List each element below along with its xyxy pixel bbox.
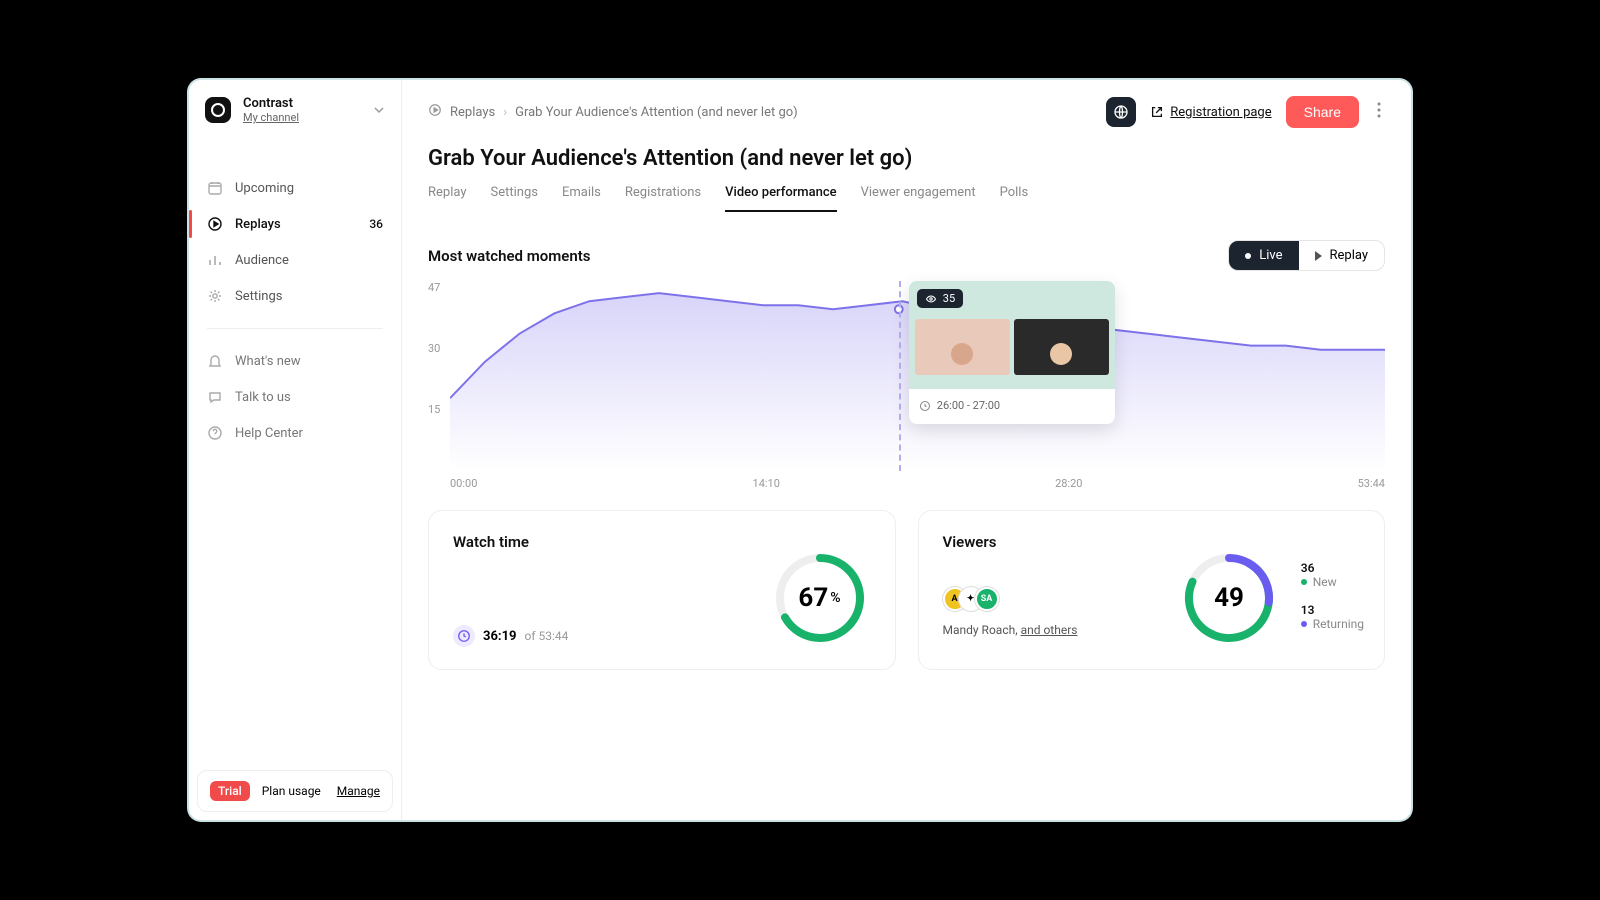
tooltip-views: 35	[917, 289, 963, 308]
page-title: Grab Your Audience's Attention (and neve…	[402, 132, 1411, 179]
sidebar-item-label: Upcoming	[235, 181, 294, 196]
viewers-legend: 36 New 13 Returning	[1301, 561, 1364, 645]
sidebar-item-talk-to-us[interactable]: Talk to us	[189, 379, 401, 415]
plan-usage-label: Plan usage	[262, 784, 321, 798]
viewers-total: 49	[1184, 553, 1274, 643]
toggle-replay[interactable]: Replay	[1299, 241, 1385, 270]
watch-time-card: Watch time 67% 36:19 of 53:44	[428, 510, 896, 670]
toggle-live[interactable]: Live	[1229, 241, 1298, 270]
chevron-right-icon: ›	[503, 105, 507, 120]
tooltip-thumbnail	[915, 319, 1010, 375]
play-circle-icon	[428, 103, 442, 121]
card-title: Viewers	[943, 533, 1361, 551]
and-others-link[interactable]: and others	[1021, 623, 1078, 637]
watched-time: 36:19	[483, 629, 517, 644]
registration-page-link[interactable]: Registration page	[1150, 105, 1271, 120]
chart-tooltip: 35 26:00 - 27:00	[909, 281, 1115, 424]
sidebar-item-label: Replays	[235, 217, 281, 232]
sidebar-item-help-center[interactable]: Help Center	[189, 415, 401, 451]
sidebar-item-label: Help Center	[235, 426, 303, 441]
sidebar-item-badge: 36	[369, 217, 383, 231]
external-link-icon	[1150, 105, 1164, 119]
chart-y-axis: 47 30 15	[428, 281, 440, 464]
section-title: Most watched moments	[428, 247, 590, 265]
plan-usage-card: Trial Plan usage Manage	[197, 770, 393, 812]
breadcrumb: Replays › Grab Your Audience's Attention…	[428, 103, 798, 121]
sidebar-item-whats-new[interactable]: What's new	[189, 343, 401, 379]
brand-logo-icon	[205, 97, 231, 123]
breadcrumb-root[interactable]: Replays	[450, 105, 495, 120]
gear-icon	[207, 288, 223, 304]
main-content: Replays › Grab Your Audience's Attention…	[402, 80, 1411, 820]
live-replay-toggle: Live Replay	[1228, 240, 1385, 271]
sidebar-item-settings[interactable]: Settings	[189, 278, 401, 314]
workspace-switcher[interactable]: Contrast My channel	[189, 80, 401, 134]
primary-nav: Upcoming Replays 36 Audience Settings	[189, 134, 401, 451]
live-dot-icon	[1245, 253, 1251, 259]
sidebar-item-label: Talk to us	[235, 390, 291, 405]
sidebar-item-audience[interactable]: Audience	[189, 242, 401, 278]
chat-icon	[207, 389, 223, 405]
tab-settings[interactable]: Settings	[491, 179, 538, 212]
watch-time-ring: 67%	[775, 553, 865, 643]
breadcrumb-leaf: Grab Your Audience's Attention (and neve…	[515, 105, 798, 120]
bell-icon	[207, 353, 223, 369]
share-button[interactable]: Share	[1286, 96, 1359, 128]
manage-plan-link[interactable]: Manage	[337, 784, 380, 798]
sidebar-item-replays[interactable]: Replays 36	[189, 206, 401, 242]
tooltip-time-range: 26:00 - 27:00	[909, 389, 1115, 424]
tab-replay[interactable]: Replay	[428, 179, 467, 212]
sidebar: Contrast My channel Upcoming Replays 36	[189, 80, 402, 820]
globe-button[interactable]	[1106, 97, 1136, 127]
tab-emails[interactable]: Emails	[562, 179, 601, 212]
sidebar-item-label: Audience	[235, 253, 289, 268]
play-icon	[1315, 251, 1322, 261]
sidebar-item-label: Settings	[235, 289, 282, 304]
tab-registrations[interactable]: Registrations	[625, 179, 701, 212]
trial-badge: Trial	[210, 781, 250, 801]
viewer-avatars: A ✦ SA	[943, 587, 1361, 611]
chart-x-axis: 00:00 14:10 28:20 53:44	[450, 477, 1385, 490]
topbar: Replays › Grab Your Audience's Attention…	[402, 80, 1411, 132]
calendar-icon	[207, 180, 223, 196]
chart-marker	[899, 281, 901, 471]
tab-video-performance[interactable]: Video performance	[725, 179, 836, 212]
viewers-card: Viewers A ✦ SA Mandy Roach, and others	[918, 510, 1386, 670]
viewers-ring: 49	[1184, 553, 1274, 643]
tab-viewer-engagement[interactable]: Viewer engagement	[861, 179, 976, 212]
avatar: SA	[975, 587, 999, 611]
more-menu-button[interactable]	[1373, 102, 1385, 122]
bars-icon	[207, 252, 223, 268]
chevron-down-icon	[373, 101, 385, 120]
eye-icon	[925, 293, 937, 305]
tabs: Replay Settings Emails Registrations Video p…	[402, 179, 1411, 212]
nav-divider	[207, 328, 383, 329]
tooltip-thumbnail	[1014, 319, 1109, 375]
card-title: Watch time	[453, 533, 871, 551]
sidebar-item-upcoming[interactable]: Upcoming	[189, 170, 401, 206]
brand-subtitle[interactable]: My channel	[243, 111, 299, 124]
clock-icon	[453, 625, 475, 647]
brand-name: Contrast	[243, 96, 299, 111]
help-icon	[207, 425, 223, 441]
sidebar-item-label: What's new	[235, 354, 301, 369]
tab-polls[interactable]: Polls	[1000, 179, 1029, 212]
viewers-chart: 47 30 15	[402, 281, 1411, 490]
viewers-names: Mandy Roach, and others	[943, 623, 1361, 637]
play-circle-icon	[207, 216, 223, 232]
clock-icon	[919, 400, 931, 412]
